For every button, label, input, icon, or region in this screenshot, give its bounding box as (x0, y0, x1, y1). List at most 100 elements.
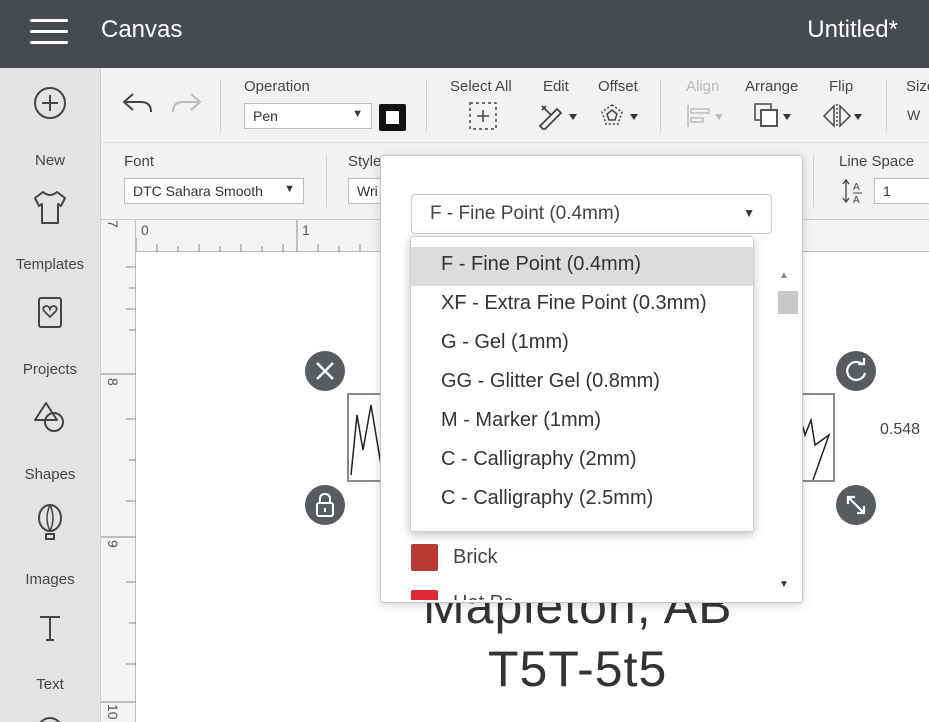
style-label: Style (348, 153, 382, 170)
pen-option-calligraphy-2mm[interactable]: C - Calligraphy (2mm) (411, 442, 753, 481)
sidebar-item-label: New (34, 152, 65, 169)
close-icon (316, 362, 334, 380)
dimension-readout: 0.548 (880, 421, 921, 438)
app-header: Canvas Untitled* (0, 0, 929, 68)
ruler-left-ticks (101, 266, 136, 703)
caret-down-icon: ▼ (352, 108, 363, 120)
offset-icon[interactable] (600, 102, 642, 130)
rotate-icon (846, 358, 867, 382)
size-label: Size (906, 78, 929, 95)
clipped-color-area: Hot Pe (381, 586, 777, 600)
sidebar-item-new[interactable]: New (0, 86, 100, 186)
pen-option-fine-point[interactable]: F - Fine Point (0.4mm) (411, 247, 753, 286)
sidebar-item-shapes[interactable]: Shapes (0, 398, 100, 498)
pen-option-glitter-gel[interactable]: GG - Glitter Gel (0.8mm) (411, 364, 753, 403)
flip-icon[interactable] (822, 102, 864, 130)
sidebar-item-projects[interactable]: Projects (0, 293, 100, 393)
operation-label: Operation (244, 78, 310, 95)
sidebar-item-label: Projects (22, 361, 78, 378)
toolbar-divider (326, 155, 327, 207)
scroll-up-icon[interactable]: ▲ (779, 270, 789, 281)
pen-color-label: Hot Pe (453, 592, 514, 600)
toolbar-divider (886, 80, 887, 132)
svg-text:A: A (853, 182, 860, 193)
ruler-top-label: 0 (141, 222, 149, 238)
toolbar-divider (813, 155, 814, 207)
pen-option-calligraphy-2-5mm[interactable]: C - Calligraphy (2.5mm) (411, 481, 753, 520)
ruler-left-label: 7 (105, 220, 121, 228)
sidebar-item-more[interactable] (0, 708, 100, 722)
toolbar-divider (660, 80, 661, 132)
hamburger-menu-icon[interactable] (30, 19, 68, 45)
caret-down-icon: ▼ (284, 183, 295, 195)
pen-option-gel[interactable]: G - Gel (1mm) (411, 325, 753, 364)
scroll-down-icon[interactable]: ▼ (779, 579, 789, 590)
color-swatch-hot-pe (411, 590, 438, 600)
tshirt-icon (34, 191, 66, 224)
sidebar-item-label: Text (36, 676, 64, 693)
line-space-icon: A A (842, 178, 862, 206)
plus-circle-icon (34, 87, 66, 119)
sidebar-item-label: Images (25, 571, 75, 588)
line-space-value: 1 (883, 183, 891, 199)
line-space-input[interactable]: 1 (874, 178, 929, 204)
pen-option-extra-fine-point[interactable]: XF - Extra Fine Point (0.3mm) (411, 286, 753, 325)
panel-scrollbar[interactable]: ▲ ▼ (777, 268, 798, 594)
lock-icon (316, 492, 334, 517)
document-title[interactable]: Untitled* (807, 16, 898, 44)
arrange-icon[interactable] (753, 102, 797, 130)
pen-type-options-list: F - Fine Point (0.4mm) XF - Extra Fine P… (410, 236, 754, 532)
resize-arrows-icon (846, 495, 866, 515)
swatch-inner (386, 111, 399, 124)
sidebar-item-label: Shapes (24, 466, 76, 483)
undo-icon[interactable] (121, 90, 155, 116)
edit-label: Edit (543, 78, 569, 95)
size-width-label: W (907, 107, 921, 123)
edit-tools-icon[interactable] (537, 102, 579, 130)
pen-type-select[interactable]: F - Fine Point (0.4mm) ▼ (411, 194, 772, 234)
toolbar-divider (220, 80, 221, 132)
canvas-text-line-2[interactable]: T5T-5t5 (488, 640, 667, 698)
caret-down-icon: ▼ (743, 206, 755, 220)
rotate-handle[interactable] (836, 351, 876, 391)
sidebar-item-images[interactable]: Images (0, 503, 100, 603)
arrange-label: Arrange (745, 78, 799, 95)
line-space-label: Line Space (839, 153, 915, 170)
select-all-label: Select All (450, 78, 512, 95)
redo-icon[interactable] (169, 90, 203, 116)
ruler-left-label: 9 (105, 540, 121, 548)
toolbar-divider (426, 80, 427, 132)
sidebar-item-label: Templates (15, 256, 85, 273)
color-swatch-brick (411, 544, 438, 571)
pen-color-label: Brick (453, 546, 498, 568)
svg-text:A: A (853, 195, 860, 206)
edit-toolbar: Operation Pen ▼ Select All Edit Offset A… (101, 68, 929, 143)
lock-handle[interactable] (305, 485, 345, 525)
ruler-left-label: 10 (105, 704, 121, 720)
font-select[interactable]: DTC Sahara Smooth ▼ (124, 178, 304, 204)
select-all-icon[interactable] (469, 102, 497, 130)
operation-value: Pen (253, 108, 278, 124)
scroll-thumb[interactable] (778, 291, 798, 314)
ruler-top-label: 1 (302, 222, 310, 238)
align-label: Align (686, 78, 720, 95)
delete-handle[interactable] (305, 351, 345, 391)
resize-handle[interactable] (836, 485, 876, 525)
style-value: Wri (357, 183, 378, 199)
flip-label: Flip (829, 78, 854, 95)
shapes-icon (34, 402, 64, 432)
offset-label: Offset (598, 78, 638, 95)
pen-type-selected-value: F - Fine Point (0.4mm) (430, 203, 621, 224)
sidebar-item-text[interactable]: Text (0, 608, 100, 708)
align-icon (687, 105, 723, 127)
pen-option-marker[interactable]: M - Marker (1mm) (411, 403, 753, 442)
ruler-left-label: 8 (105, 378, 121, 386)
font-value: DTC Sahara Smooth (133, 183, 263, 199)
pen-color-swatch[interactable] (379, 104, 406, 131)
operation-select[interactable]: Pen ▼ (244, 103, 372, 129)
app-title: Canvas (101, 16, 183, 43)
sidebar-item-templates[interactable]: Templates (0, 188, 100, 288)
circle-icon (39, 717, 61, 722)
heart-card-icon (38, 297, 62, 328)
left-sidebar: New Templates Projects Shapes Images Tex… (0, 68, 101, 722)
